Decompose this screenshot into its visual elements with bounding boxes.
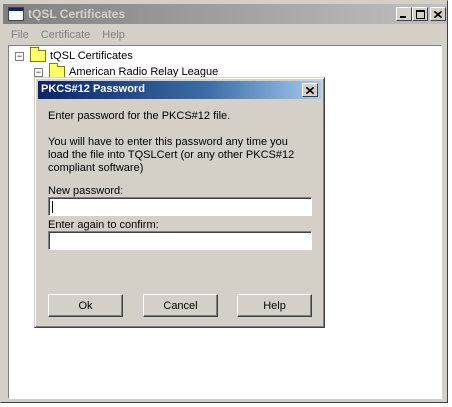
dialog-title-bar[interactable]: PKCS#12 Password	[38, 81, 321, 99]
pkcs12-password-dialog: PKCS#12 Password Enter password for the …	[34, 77, 325, 328]
dialog-note-line1: You will have to enter this password any…	[48, 136, 288, 148]
ok-button[interactable]: Ok	[48, 294, 123, 317]
title-bar[interactable]: tQSL Certificates	[3, 4, 447, 24]
help-button[interactable]: Help	[237, 294, 312, 317]
dialog-close-button[interactable]	[302, 83, 318, 97]
text-caret	[52, 201, 53, 213]
dialog-note-line2: load the file into TQSLCert (or any othe…	[48, 149, 295, 161]
folder-icon	[30, 47, 46, 62]
maximize-icon	[415, 9, 425, 19]
close-icon	[434, 10, 442, 18]
maximize-button[interactable]	[412, 7, 428, 21]
menu-certificate[interactable]: Certificate	[35, 27, 97, 45]
menu-bar: File Certificate Help	[5, 27, 131, 45]
confirm-password-field[interactable]	[48, 231, 312, 250]
new-password-field[interactable]	[48, 197, 312, 216]
window-title: tQSL Certificates	[28, 7, 126, 21]
dialog-title: PKCS#12 Password	[41, 83, 145, 95]
cancel-button[interactable]: Cancel	[143, 294, 218, 317]
collapse-icon[interactable]: −	[34, 67, 43, 77]
menu-help[interactable]: Help	[96, 27, 131, 45]
tree-item-root[interactable]: − tQSL Certificates	[15, 47, 133, 63]
minimize-icon	[400, 16, 406, 18]
dialog-intro: Enter password for the PKCS#12 file.	[48, 110, 231, 122]
tree-item-label: tQSL Certificates	[50, 50, 133, 62]
minimize-button[interactable]	[396, 7, 412, 21]
collapse-icon[interactable]: −	[15, 51, 24, 61]
menu-file[interactable]: File	[5, 27, 35, 45]
app-icon	[8, 7, 24, 21]
dialog-note-line3: compliant software)	[48, 162, 144, 174]
close-button[interactable]	[430, 7, 446, 21]
close-icon	[306, 86, 314, 94]
